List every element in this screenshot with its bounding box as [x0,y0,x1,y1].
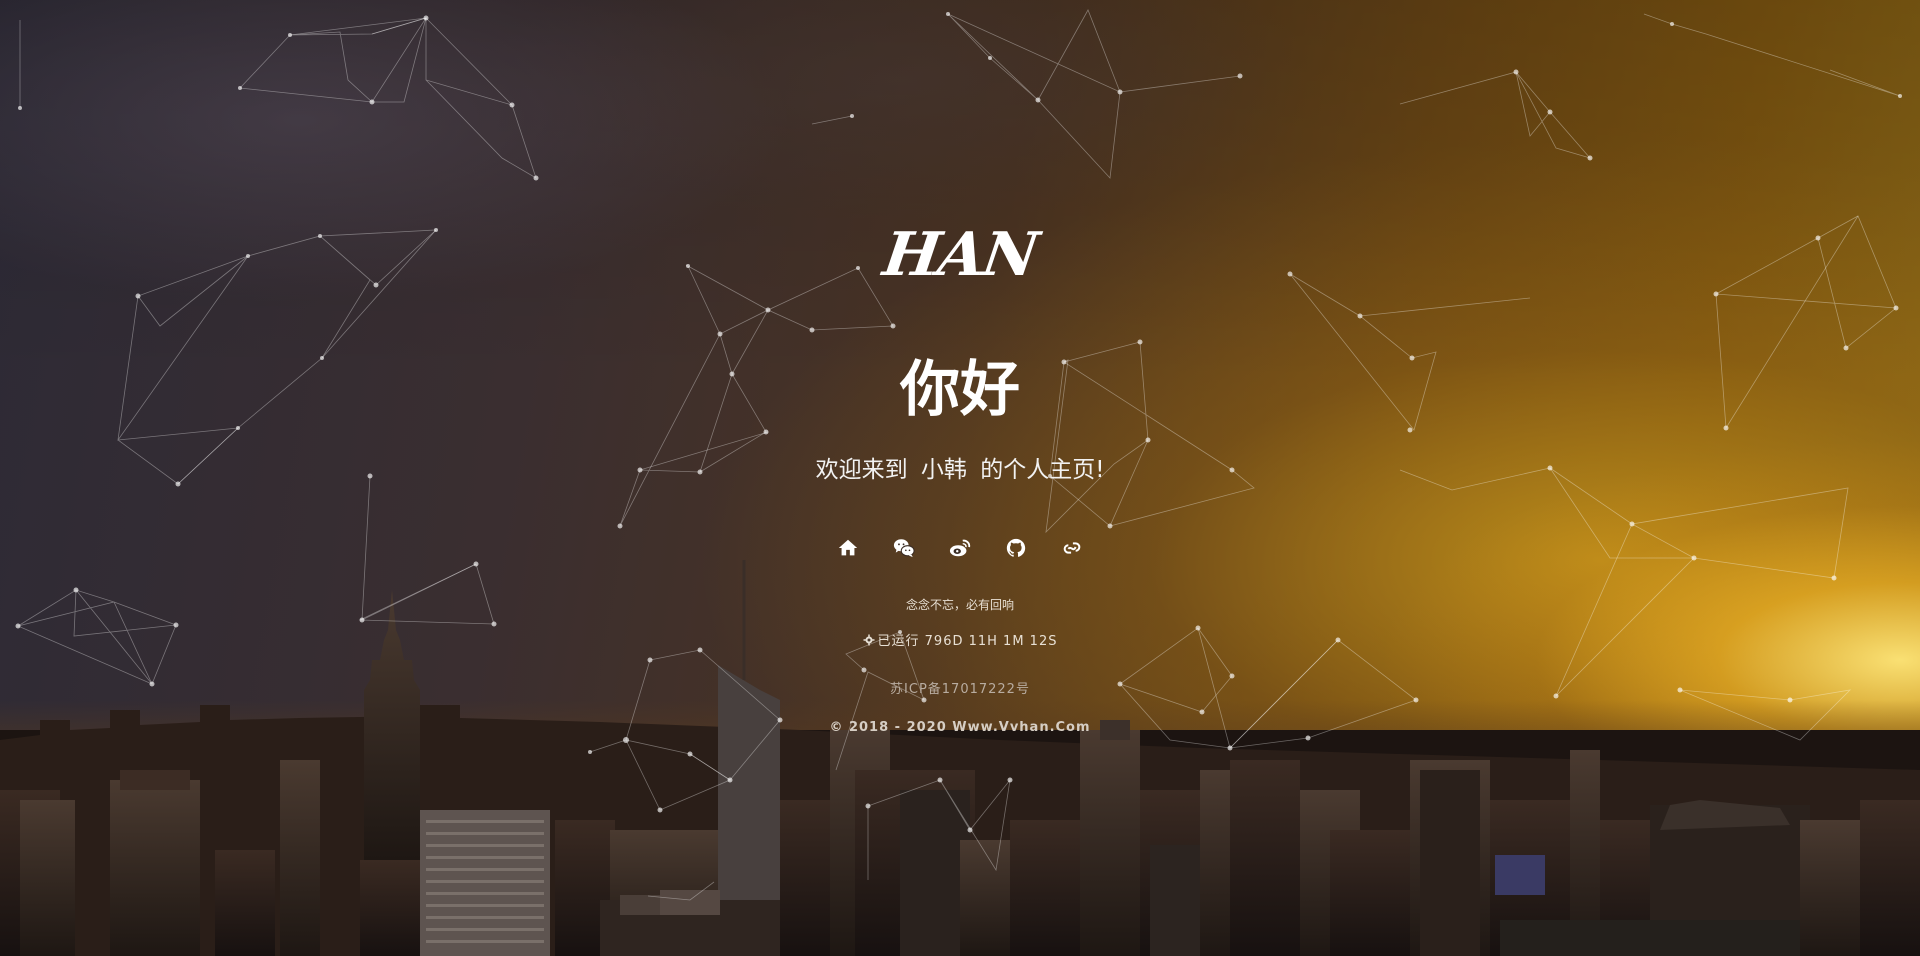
owner-name: 小韩 [920,457,967,483]
copyright-text: © 2018 - 2020 Www.Vvhan.Com [829,720,1091,735]
uptime-value: 796D 11H 1M 12S [924,634,1058,649]
uptime-counter: 已运行 796D 11H 1M 12S [760,632,1160,652]
social-links [830,530,1090,566]
greeting-heading: 你好 [900,355,1020,425]
welcome-prefix: 欢迎来到 [815,457,908,483]
icp-record-link[interactable]: 苏ICP备17017222号 [760,680,1160,700]
home-link[interactable] [830,530,866,566]
weibo-icon [949,539,971,557]
welcome-text: 欢迎来到 小韩 的个人主页! [660,452,1260,488]
uptime-label: 已运行 [877,634,920,649]
welcome-suffix: 的个人主页! [980,457,1105,483]
github-icon [1006,538,1026,557]
wechat-icon [893,539,915,558]
cloud-link[interactable] [1054,530,1090,566]
motto-text: 念念不忘，必有回响 [905,598,1014,612]
page-background: HAN 你好 欢迎来到 小韩 的个人主页! 念念不忘，必有回响 已运行 796D… [0,0,1920,956]
home-icon [838,539,858,556]
link-icon [1063,542,1081,554]
site-logo[interactable]: HAN [855,220,1065,290]
github-link[interactable] [998,530,1034,566]
hero-content: HAN 你好 欢迎来到 小韩 的个人主页! 念念不忘，必有回响 已运行 796D… [0,0,1920,956]
wechat-link[interactable] [886,530,922,566]
gear-icon [863,634,874,646]
weibo-link[interactable] [942,530,978,566]
